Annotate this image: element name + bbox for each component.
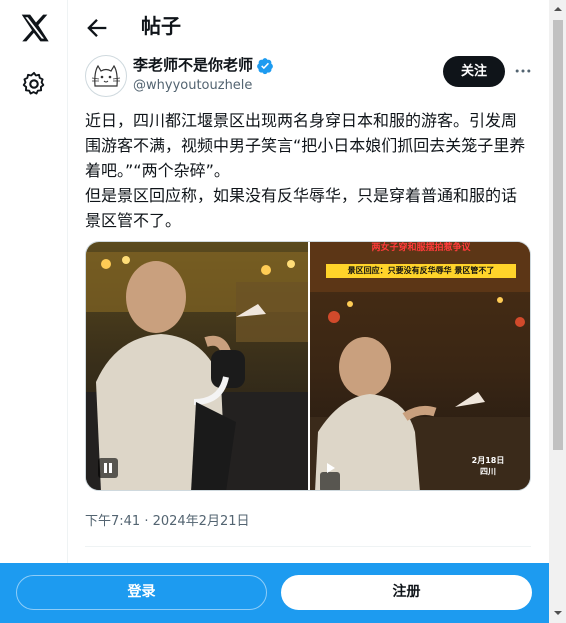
video-left[interactable] [86, 242, 308, 490]
post-timestamp[interactable]: 下午7:41 · 2024年2月21日 [85, 510, 250, 529]
signup-button[interactable]: 注册 [281, 575, 532, 610]
post-text: 近日，四川都江堰景区出现两名身穿日本和服的游客。引发周围游客不满，视频中男子笑言… [85, 111, 526, 230]
x-logo-icon[interactable] [18, 12, 50, 44]
scroll-down-arrow-icon[interactable] [553, 608, 563, 618]
more-horizontal-icon[interactable] [513, 61, 533, 81]
arrow-left-icon[interactable] [83, 14, 111, 42]
play-icon[interactable] [323, 461, 337, 475]
video-place-stamp: 四川 [480, 467, 496, 476]
video-banner-caption: 景区回应：只要没有反华辱华 景区管不了 [326, 264, 516, 278]
avatar-cat-drawing [91, 64, 121, 87]
video-left-frame [86, 242, 308, 490]
video-date-stamp: 2月18日 [471, 456, 505, 465]
video-banner-title: 两女子穿和服摆拍惹争议 [371, 243, 471, 253]
video-right[interactable]: 两女子穿和服摆拍惹争议 景区回应：只要没有反华辱华 景区管不了 2月18日 四川 [310, 242, 530, 490]
pause-icon[interactable] [101, 461, 115, 475]
author-name[interactable]: 李老师不是你老师 [133, 55, 253, 75]
scrollbar-thumb[interactable] [553, 20, 563, 450]
video-right-frame [310, 242, 530, 490]
author-handle[interactable]: @whyyoutouzhele [133, 77, 252, 95]
main-column: 帖子 李老师不是你老师 @whyyoutouzhele 关注 近日，四川都江堰景… [69, 0, 549, 623]
page-title: 帖子 [141, 14, 181, 38]
follow-button[interactable]: 关注 [443, 56, 505, 87]
login-prompt-bar: 登录 注册 [0, 563, 549, 623]
avatar[interactable] [85, 55, 127, 97]
media-grid: 两女子穿和服摆拍惹争议 景区回应：只要没有反华辱华 景区管不了 2月18日 四川 [85, 241, 531, 491]
left-nav [0, 0, 68, 623]
gear-icon[interactable] [20, 70, 48, 98]
scroll-up-arrow-icon[interactable] [553, 4, 563, 14]
verified-badge-icon [257, 58, 273, 75]
login-button[interactable]: 登录 [16, 575, 267, 610]
divider [85, 546, 531, 547]
page-header: 帖子 [69, 0, 549, 56]
